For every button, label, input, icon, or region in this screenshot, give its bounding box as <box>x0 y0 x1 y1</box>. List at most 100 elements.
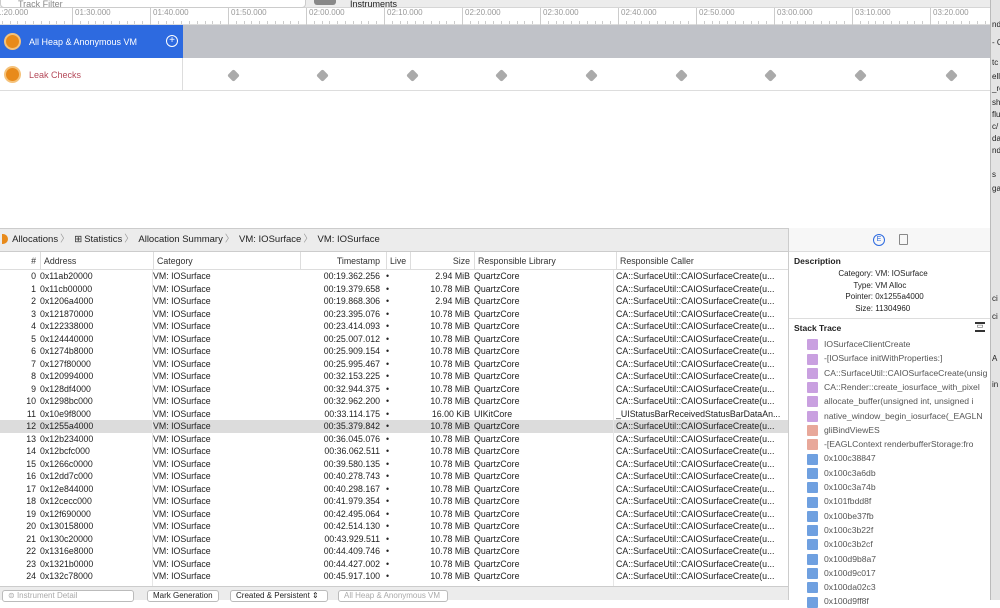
column-header[interactable]: Category <box>153 252 298 270</box>
table-row[interactable]: 1 0x11cb00000 VM: IOSurface 00:19.379.658 • 1… <box>0 283 788 296</box>
stack-expand-icon[interactable]: ▭ <box>975 322 985 332</box>
table-row[interactable]: 24 0x132c78000 VM: IOSurface 00:45.917.100 •… <box>0 570 788 583</box>
table-row[interactable]: 7 0x127f80000 VM: IOSurface 00:25.995.467 • 1… <box>0 358 788 371</box>
column-header[interactable]: Responsible Caller <box>616 252 784 270</box>
stack-frame[interactable]: IOSurfaceClientCreate <box>807 337 987 351</box>
table-row[interactable]: 18 0x12cecc000 VM: IOSurface 00:41.979.354 •… <box>0 495 788 508</box>
stack-frame[interactable]: 0x100d9c017 <box>807 566 987 580</box>
stack-frame[interactable]: 0x100da02c3 <box>807 580 987 594</box>
stack-frame[interactable]: -[EAGLContext renderbufferStorage:fro <box>807 437 987 451</box>
table-cell: VM: IOSurface <box>153 333 211 344</box>
table-row[interactable]: 12 0x1255a4000 VM: IOSurface 00:35.379.842 •… <box>0 420 788 433</box>
table-row[interactable]: 23 0x1321b0000 VM: IOSurface 00:44.427.002 •… <box>0 558 788 571</box>
background-text-fragment: ci <box>992 294 998 303</box>
table-cell: • <box>386 546 390 556</box>
table-cell: VM: IOSurface <box>153 483 211 494</box>
breadcrumb-statistics[interactable]: Statistics <box>84 234 122 245</box>
ruler-minor-tick <box>212 21 214 24</box>
stack-frame[interactable]: 0x100c3a6db <box>807 466 987 480</box>
table-row[interactable]: 19 0x12f690000 VM: IOSurface 00:42.495.064 •… <box>0 508 788 521</box>
table-cell: 10.78 MiB <box>430 496 470 506</box>
column-header[interactable]: # <box>0 252 36 270</box>
column-header[interactable]: Address <box>40 252 150 270</box>
stack-frame[interactable]: 0x100be37fb <box>807 509 987 523</box>
column-header[interactable]: Timestamp <box>300 252 380 270</box>
instruments-badge[interactable] <box>314 0 336 5</box>
timeline-ruler[interactable]: 1:20.000 01:30.000 01:40.000 01:50.000 02:00… <box>0 8 994 25</box>
ruler-minor-tick <box>501 21 502 24</box>
table-row[interactable]: 13 0x12b234000 VM: IOSurface 00:36.045.076 •… <box>0 433 788 446</box>
stack-frame[interactable]: 0x100c3b2cf <box>807 537 987 551</box>
stack-frame[interactable]: native_window_begin_iosurface(_EAGLN <box>807 409 987 423</box>
stack-frame[interactable]: 0x100c3a74b <box>807 480 987 494</box>
table-cell: 00:32.962.200 <box>323 396 380 406</box>
stack-frame-label: CA::SurfaceUtil::CAIOSurfaceCreate(unsig… <box>824 367 987 378</box>
ruler-minor-tick <box>594 21 596 24</box>
table-cell: VM: IOSurface <box>153 546 211 556</box>
ruler-minor-tick <box>290 21 292 24</box>
table-row[interactable]: 0 0x11ab20000 VM: IOSurface 00:19.362.256 • 2… <box>0 270 788 283</box>
lifespan-select[interactable]: Created & Persistent ⇕ <box>230 590 328 602</box>
table-row[interactable]: 2 0x1206a4000 VM: IOSurface 00:19.868.306 • 2… <box>0 295 788 308</box>
stack-frame[interactable]: CA::Render::create_iosurface_with_pixel <box>807 380 987 394</box>
table-row[interactable]: 16 0x12dd7c000 VM: IOSurface 00:40.278.743 •… <box>0 470 788 483</box>
table-row[interactable]: 14 0x12bcfc000 VM: IOSurface 00:36.062.511 •… <box>0 445 788 458</box>
breadcrumb-allocation-summary[interactable]: Allocation Summary <box>138 234 222 245</box>
table-row[interactable]: 3 0x121870000 VM: IOSurface 00:23.395.076 • 1… <box>0 308 788 321</box>
column-header[interactable]: Live <box>386 252 408 270</box>
ruler-minor-tick <box>859 21 861 24</box>
breadcrumb-category[interactable]: VM: IOSurface <box>239 234 301 245</box>
extended-detail-icon[interactable]: E <box>873 234 885 246</box>
table-cell: • <box>386 271 390 281</box>
table-cell: CA::SurfaceUtil::CAIOSurfaceCreate(u... <box>616 321 775 331</box>
stack-frame[interactable]: 0x100d9ff8f <box>807 594 987 608</box>
column-header[interactable]: Size <box>410 252 470 270</box>
ruler-minor-tick <box>173 21 175 24</box>
document-icon[interactable] <box>899 234 908 245</box>
table-row[interactable]: 4 0x122338000 VM: IOSurface 00:23.414.093 • 1… <box>0 320 788 333</box>
table-cell: 0x132c78000 <box>40 571 93 581</box>
ruler-minor-tick <box>79 21 81 24</box>
stack-frame[interactable]: CA::SurfaceUtil::CAIOSurfaceCreate(unsig… <box>807 366 987 380</box>
table-cell: • <box>386 471 390 481</box>
track-leak-checks[interactable]: Leak Checks <box>0 58 183 91</box>
stack-frame[interactable]: 0x100c38847 <box>807 451 987 465</box>
stack-frame[interactable]: 0x101fbdd8f <box>807 494 987 508</box>
table-row[interactable]: 10 0x1298bc000 VM: IOSurface 00:32.962.200 •… <box>0 395 788 408</box>
table-row[interactable]: 22 0x1316e8000 VM: IOSurface 00:44.409.746 •… <box>0 545 788 558</box>
table-cell: VM: IOSurface <box>153 283 211 294</box>
leaks-instrument-icon <box>4 66 21 83</box>
table-row[interactable]: 8 0x120994000 VM: IOSurface 00:32.153.225 • 1… <box>0 370 788 383</box>
ruler-minor-tick <box>493 21 495 24</box>
allocation-type-select[interactable]: All Heap & Anonymous VM <box>338 590 448 602</box>
breadcrumb-current[interactable]: VM: IOSurface <box>317 234 379 245</box>
mark-generation-button[interactable]: Mark Generation <box>147 590 219 602</box>
ruler-minor-tick <box>423 21 424 24</box>
stack-frame[interactable]: 0x100c3b22f <box>807 523 987 537</box>
table-row[interactable]: 11 0x10e9f8000 VM: IOSurface 00:33.114.175 •… <box>0 408 788 421</box>
stack-frame[interactable]: -[IOSurface initWithProperties:] <box>807 351 987 365</box>
track-all-heap[interactable]: All Heap & Anonymous VM + <box>0 25 183 58</box>
table-cell: • <box>386 533 390 544</box>
stack-frame[interactable]: allocate_buffer(unsigned int, unsigned i <box>807 394 987 408</box>
column-header[interactable]: Responsible Library <box>474 252 612 270</box>
table-row[interactable]: 20 0x130158000 VM: IOSurface 00:42.514.130 •… <box>0 520 788 533</box>
stack-frame[interactable]: gliBindViewES <box>807 423 987 437</box>
add-plus-icon[interactable]: + <box>166 35 178 47</box>
table-row[interactable]: 5 0x124440000 VM: IOSurface 00:25.007.012 • 1… <box>0 333 788 346</box>
table-row[interactable]: 17 0x12e844000 VM: IOSurface 00:40.298.167 •… <box>0 483 788 496</box>
breadcrumb-allocations[interactable]: Allocations <box>12 234 58 245</box>
table-cell: • <box>386 383 390 394</box>
description-key: Size: <box>855 303 873 313</box>
ruler-minor-tick <box>407 21 409 24</box>
stack-frame[interactable]: 0x100d9b8a7 <box>807 552 987 566</box>
table-cell: 10.78 MiB <box>430 508 470 519</box>
table-row[interactable]: 21 0x130c20000 VM: IOSurface 00:43.929.511 •… <box>0 533 788 546</box>
instrument-detail-filter[interactable]: ⊜ Instrument Detail <box>2 590 134 602</box>
table-row[interactable]: 9 0x128df4000 VM: IOSurface 00:32.944.375 • 1… <box>0 383 788 396</box>
table-row[interactable]: 6 0x1274b8000 VM: IOSurface 00:25.909.154 • 1… <box>0 345 788 358</box>
table-cell: QuartzCore <box>474 421 520 431</box>
table-cell: • <box>386 446 390 456</box>
table-row[interactable]: 15 0x1266c0000 VM: IOSurface 00:39.580.135 •… <box>0 458 788 471</box>
track-filter-placeholder[interactable]: Track Filter <box>18 0 63 10</box>
